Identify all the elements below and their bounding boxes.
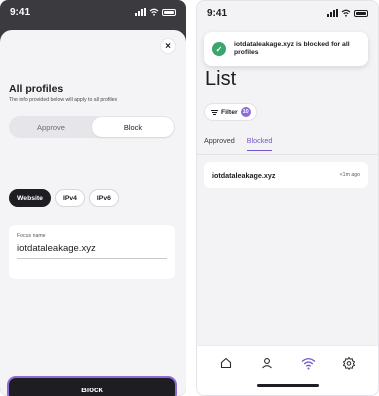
profile-icon[interactable] [256,352,278,374]
home-indicator [256,384,319,387]
chip-ipv6[interactable]: IPv6 [88,189,119,207]
status-icons [135,8,176,16]
wifi-icon[interactable] [297,352,319,374]
battery-icon [354,9,368,17]
status-time: 9:41 [10,6,31,18]
settings-icon[interactable] [338,352,360,374]
status-bar: 9:41 [0,0,186,24]
chip-website[interactable]: Website [9,189,51,207]
focus-name-field[interactable]: Focus name iotdataleakage.xyz [9,225,175,279]
toast-message: iotdataleakage.xyz is blocked for all pr… [234,40,350,56]
field-underline [17,258,167,259]
filter-button[interactable]: Filter 10 [204,103,257,121]
field-label: Focus name [17,233,46,239]
screenshot-stage: 9:41 × All profiles The info provided be… [0,0,379,396]
filter-label: Filter [221,108,238,116]
list-item-time: <1m ago [339,172,360,178]
field-value[interactable]: iotdataleakage.xyz [17,243,96,254]
battery-icon [162,8,176,16]
sheet-title: All profiles [9,83,64,95]
filter-icon [211,109,218,115]
toast-notification: ✓ iotdataleakage.xyz is blocked for all … [204,32,368,66]
status-bar: 9:41 [197,1,378,25]
signal-icon [135,8,146,16]
list-item-name: iotdataleakage.xyz [212,170,276,180]
approve-block-toggle: Approve Block [9,116,175,138]
signal-icon [327,9,338,17]
list-tabs: Approved Blocked [204,136,273,151]
segment-block[interactable]: Block [92,117,174,137]
status-time: 9:41 [207,7,228,19]
status-icons [327,9,368,17]
sheet-subtitle: The info provided below will apply to al… [9,97,118,103]
phone-block-sheet: 9:41 × All profiles The info provided be… [0,0,186,396]
phone-list-screen: 9:41 List Filter 10 Approved Blocked iot… [196,0,379,396]
chip-ipv4[interactable]: IPv4 [54,189,85,207]
wifi-status-icon [149,8,159,16]
page-title: List [205,68,237,90]
close-icon: × [165,40,171,52]
list-item[interactable]: iotdataleakage.xyz <1m ago [204,162,368,188]
type-chips: Website IPv4 IPv6 [9,189,119,207]
filter-count-badge: 10 [240,107,251,117]
segment-approve[interactable]: Approve [10,117,92,137]
close-button[interactable]: × [160,38,176,54]
home-indicator [60,385,126,388]
bottom-tab-bar [197,345,378,395]
wifi-status-icon [341,9,351,17]
tabs-divider [197,154,378,155]
tab-approved[interactable]: Approved [204,136,235,151]
bottom-sheet: × All profiles The info provided below w… [0,30,186,396]
tab-blocked[interactable]: Blocked [246,136,273,151]
home-icon[interactable] [215,352,237,374]
check-circle-icon: ✓ [212,42,226,56]
